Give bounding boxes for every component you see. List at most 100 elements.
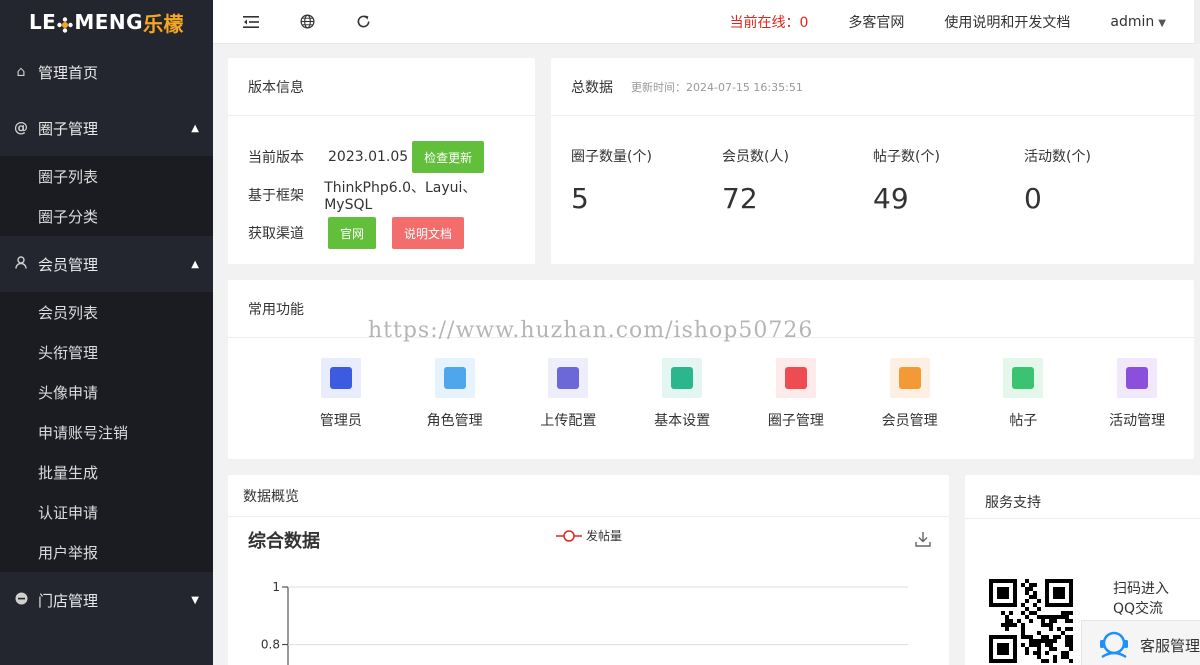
updated-time: 更新时间：2024-07-15 16:35:51 — [631, 80, 803, 94]
func-label: 管理员 — [319, 413, 362, 429]
user-icon — [12, 255, 30, 273]
version-value: 2023.01.05 — [328, 149, 409, 165]
sidebar-submenu-circle: 圈子列表 圈子分类 — [0, 156, 213, 236]
caret-up-icon: ▲ — [191, 122, 199, 134]
sidebar-subitem-account-cancel[interactable]: 申请账号注销 — [0, 412, 213, 452]
func-posts[interactable]: 帖子 — [967, 358, 1081, 430]
sidebar-item-home[interactable]: ⌂ 管理首页 — [0, 44, 213, 100]
qr-caption-line: 扫码进入 — [1113, 581, 1169, 597]
member-code-icon — [889, 358, 930, 398]
store-icon — [12, 592, 30, 609]
card-title: 总数据 更新时间：2024-07-15 16:35:51 — [551, 58, 1194, 116]
admin-icon — [320, 358, 361, 398]
online-count: 当前在线：0 — [729, 14, 809, 31]
channel-label: 获取渠道 — [248, 226, 304, 242]
overview-card: 数据概览 综合数据 发帖量 1 0.8 — [228, 475, 949, 665]
channel-row: 获取渠道 官网 说明文档 — [248, 214, 515, 252]
func-label: 帖子 — [1009, 413, 1038, 429]
post-bag-icon — [1003, 358, 1044, 398]
sidebar-subitem-avatar-apply[interactable]: 头像申请 — [0, 372, 213, 412]
sidebar-submenu-member: 会员列表 头衔管理 头像申请 申请账号注销 批量生成 认证申请 用户举报 — [0, 292, 213, 572]
customer-service-icon — [1100, 631, 1128, 659]
chart-svg: 10.8 — [261, 580, 908, 665]
logo-flower-icon — [57, 14, 74, 33]
card-title: 常用功能 — [228, 280, 1194, 338]
activity-icon — [1117, 358, 1158, 398]
y-tick-label: 1 — [272, 580, 280, 594]
version-row: 当前版本 2023.01.05 检查更新 — [248, 138, 515, 176]
role-icon — [434, 358, 475, 398]
upload-config-icon — [548, 358, 589, 398]
qr-caption: 扫码进入 QQ交流 — [1113, 579, 1169, 619]
customer-service-label: 客服管理 — [1140, 636, 1200, 655]
stat-label: 帖子数(个) — [873, 149, 940, 165]
caret-down-icon: ▼ — [191, 594, 199, 606]
logo[interactable]: LE MENG 乐檬 — [0, 0, 213, 44]
func-label: 角色管理 — [426, 413, 483, 429]
customer-service-button[interactable]: 客服管理 — [1081, 620, 1200, 665]
docs-button[interactable]: 说明文档 — [392, 217, 464, 249]
stat-value: 49 — [873, 182, 909, 215]
top-header: 当前在线：0 多客官网 使用说明和开发文档 admin ▼ — [213, 0, 1200, 44]
sidebar: LE MENG 乐檬 ⌂ 管理首页 @ 圈子管理 ▲ 圈子列表 圈子分类 会员管… — [0, 0, 213, 665]
func-activity[interactable]: 活动管理 — [1080, 358, 1194, 430]
y-tick-label: 0.8 — [261, 638, 280, 652]
card-title: 版本信息 — [228, 58, 535, 116]
stat-activities: 活动数(个) 0 — [1024, 146, 1175, 215]
qr-code-image — [989, 579, 1073, 663]
user-menu[interactable]: admin ▼ — [1110, 14, 1166, 30]
func-admin[interactable]: 管理员 — [284, 358, 398, 430]
stat-label: 会员数(人) — [722, 149, 789, 165]
func-upload-config[interactable]: 上传配置 — [512, 358, 626, 430]
stats-row: 圈子数量(个) 5 会员数(人) 72 帖子数(个) 49 活动数(个) 0 — [551, 116, 1194, 215]
check-update-button[interactable]: 检查更新 — [412, 141, 485, 173]
logo-text-le: LE — [28, 10, 57, 34]
logo-text-meng: MENG — [74, 10, 144, 34]
sidebar-item-member[interactable]: 会员管理 ▲ — [0, 236, 213, 292]
logo-text-chinese: 乐檬 — [143, 11, 185, 36]
sidebar-subitem-user-report[interactable]: 用户举报 — [0, 532, 213, 572]
framework-label: 基于框架 — [248, 188, 304, 204]
functions-card: 常用功能 管理员 角色管理 上传配置 基本设置 圈子管理 会员管理 帖子 活动管… — [228, 280, 1194, 459]
sidebar-subitem-title-manage[interactable]: 头衔管理 — [0, 332, 213, 372]
qr-caption-line: QQ交流 — [1113, 601, 1164, 617]
framework-value: ThinkPhp6.0、Layui、MySQL — [324, 180, 477, 213]
func-role[interactable]: 角色管理 — [398, 358, 512, 430]
sidebar-item-store[interactable]: 门店管理 ▼ — [0, 572, 213, 628]
func-member-manage[interactable]: 会员管理 — [853, 358, 967, 430]
sidebar-item-label: 门店管理 — [38, 591, 99, 610]
sidebar-subitem-verify-apply[interactable]: 认证申请 — [0, 492, 213, 532]
total-data-card: 总数据 更新时间：2024-07-15 16:35:51 圈子数量(个) 5 会员… — [551, 58, 1194, 264]
func-label: 会员管理 — [881, 413, 938, 429]
home-icon: ⌂ — [16, 64, 26, 80]
func-basic-settings[interactable]: 基本设置 — [625, 358, 739, 430]
version-label: 当前版本 — [248, 150, 304, 166]
website-button[interactable] — [279, 0, 335, 44]
func-circle-manage[interactable]: 圈子管理 — [739, 358, 853, 430]
sidebar-subitem-member-list[interactable]: 会员列表 — [0, 292, 213, 332]
caret-up-icon: ▲ — [191, 258, 199, 270]
caret-down-icon: ▼ — [1158, 17, 1166, 29]
docs-link[interactable]: 使用说明和开发文档 — [944, 12, 1070, 32]
official-site-link[interactable]: 多客官网 — [848, 12, 904, 32]
service-card: 服务支持 扫码进入 QQ交流 客服管理 — [965, 475, 1200, 665]
function-grid: 管理员 角色管理 上传配置 基本设置 圈子管理 会员管理 帖子 活动管理 — [228, 338, 1194, 430]
official-site-button[interactable]: 官网 — [328, 217, 376, 249]
stat-circles: 圈子数量(个) 5 — [571, 146, 722, 215]
total-title: 总数据 — [571, 79, 613, 96]
stat-posts: 帖子数(个) 49 — [873, 146, 1024, 215]
sidebar-item-circle[interactable]: @ 圈子管理 ▲ — [0, 100, 213, 156]
func-label: 基本设置 — [654, 413, 711, 429]
refresh-button[interactable] — [335, 0, 391, 44]
header-scroll-edge — [1194, 0, 1200, 44]
framework-row: 基于框架 ThinkPhp6.0、Layui、MySQL — [248, 176, 515, 214]
func-label: 圈子管理 — [767, 413, 824, 429]
version-card: 版本信息 当前版本 2023.01.05 检查更新 基于框架 ThinkPhp6… — [228, 58, 535, 264]
sidebar-item-label: 圈子管理 — [38, 119, 99, 138]
sidebar-subitem-circle-category[interactable]: 圈子分类 — [0, 196, 213, 236]
stat-label: 圈子数量(个) — [571, 149, 652, 165]
collapse-menu-button[interactable] — [223, 0, 279, 44]
sidebar-subitem-circle-list[interactable]: 圈子列表 — [0, 156, 213, 196]
sidebar-item-label: 管理首页 — [38, 63, 99, 82]
sidebar-subitem-batch-generate[interactable]: 批量生成 — [0, 452, 213, 492]
